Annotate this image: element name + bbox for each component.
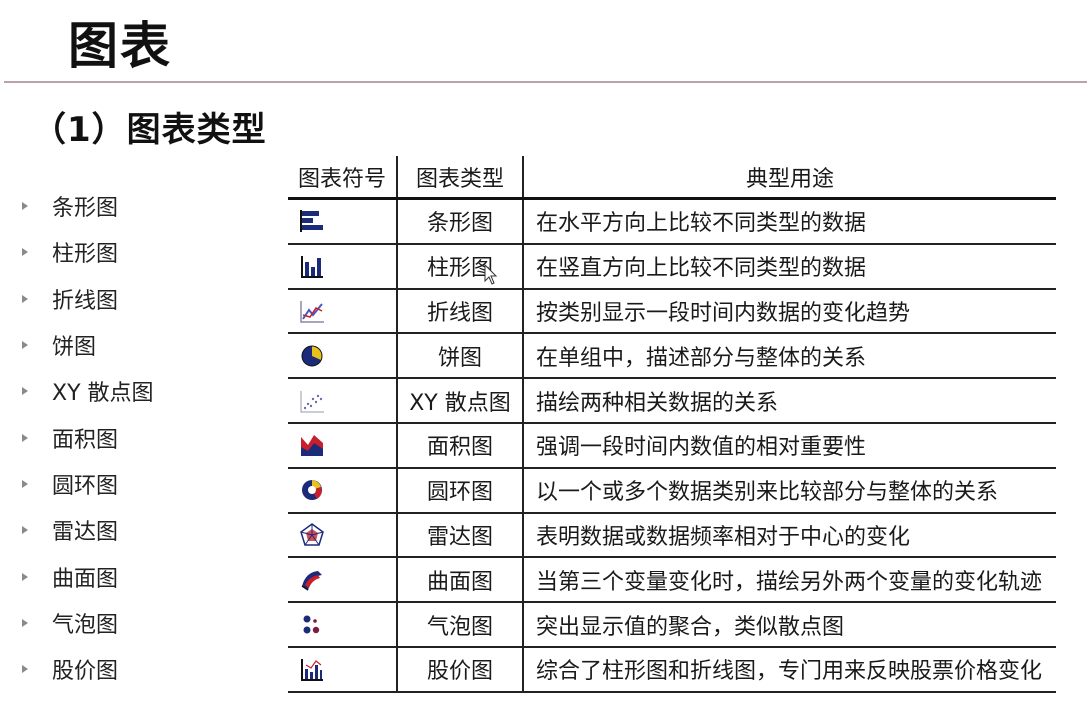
chart-type-cell: 饼图: [398, 334, 524, 378]
line-chart-icon: [300, 300, 324, 323]
list-item: 股价图: [22, 646, 154, 692]
chart-use-cell: 表明数据或数据频率相对于中心的变化: [536, 524, 911, 550]
pie-chart-icon: [301, 345, 323, 367]
bullet-arrow-icon: [22, 294, 28, 303]
list-item: 柱形图: [22, 229, 154, 275]
chart-type-cell: 气泡图: [398, 603, 524, 646]
bubble-chart-icon: [303, 615, 320, 634]
list-item: 折线图: [22, 276, 154, 322]
section-heading: （1）图表类型: [32, 110, 267, 150]
title-divider: [4, 81, 1087, 83]
bullet-arrow-icon: [22, 341, 28, 350]
radar-chart-icon: [300, 523, 324, 546]
bullet-arrow-icon: [22, 248, 28, 257]
bar-chart-icon: [300, 210, 323, 233]
chart-use-cell: 在单组中，描述部分与整体的关系: [536, 345, 867, 371]
table-row: 柱形图 在竖直方向上比较不同类型的数据: [288, 244, 1056, 290]
list-item: 圆环图: [22, 461, 154, 507]
bullet-arrow-icon: [22, 526, 28, 535]
chart-type-cell: 圆环图: [398, 468, 524, 512]
list-item: 曲面图: [22, 553, 154, 599]
chart-type-cell: 折线图: [398, 289, 524, 333]
header-symbol: 图表符号: [288, 156, 398, 197]
column-chart-icon: [301, 256, 323, 279]
doughnut-chart-icon: [302, 480, 322, 501]
chart-use-cell: 强调一段时间内数值的相对重要性: [536, 435, 867, 461]
table-row: 折线图 按类别显示一段时间内数据的变化趋势: [288, 289, 1056, 335]
list-item: 面积图: [22, 414, 154, 460]
area-chart-icon: [301, 435, 323, 457]
table-row: 曲面图 当第三个变量变化时，描绘另外两个变量的变化轨迹: [288, 558, 1056, 604]
table-row: 条形图 在水平方向上比较不同类型的数据: [288, 200, 1056, 245]
chart-types-table: 图表符号 图表类型 典型用途 条形图 在水平方向上比较不同类型的数据 柱形图 在…: [288, 156, 1056, 693]
list-item: 条形图: [22, 183, 154, 229]
chart-type-cell: 条形图: [398, 200, 524, 243]
chart-type-cell: 柱形图: [398, 244, 524, 288]
table-row: 雷达图 表明数据或数据频率相对于中心的变化: [288, 513, 1056, 559]
bullet-arrow-icon: [22, 665, 28, 674]
chart-type-cell: 曲面图: [398, 558, 524, 602]
chart-type-cell: 雷达图: [398, 513, 524, 557]
table-row: XY 散点图 描绘两种相关数据的关系: [288, 379, 1056, 424]
bullet-arrow-icon: [22, 618, 28, 627]
table-row: 面积图 强调一段时间内数值的相对重要性: [288, 423, 1056, 469]
table-row: 饼图 在单组中，描述部分与整体的关系: [288, 334, 1056, 380]
chart-type-cell: 股价图: [398, 647, 524, 691]
bullet-arrow-icon: [22, 387, 28, 396]
chart-use-cell: 以一个或多个数据类别来比较部分与整体的关系: [536, 480, 999, 506]
bullet-arrow-icon: [22, 433, 28, 442]
chart-use-cell: 突出显示值的聚合，类似散点图: [536, 614, 845, 640]
chart-use-cell: 在水平方向上比较不同类型的数据: [536, 211, 867, 237]
scatter-chart-icon: [300, 390, 324, 413]
stock-chart-icon: [301, 659, 323, 682]
header-use: 典型用途: [745, 166, 834, 192]
chart-use-cell: 综合了柱形图和折线图，专门用来反映股票价格变化: [536, 659, 1043, 685]
table-header-row: 图表符号 图表类型 典型用途: [288, 156, 1056, 200]
chart-type-list: 条形图 柱形图 折线图 饼图 XY 散点图 面积图 圆环图 雷达图 曲面图 气泡…: [22, 183, 154, 692]
bullet-arrow-icon: [22, 479, 28, 488]
list-item: 气泡图: [22, 600, 154, 646]
chart-use-cell: 在竖直方向上比较不同类型的数据: [536, 256, 867, 282]
mouse-cursor-icon: [484, 264, 498, 285]
surface-chart-icon: [301, 570, 322, 591]
list-item: 饼图: [22, 322, 154, 368]
table-row: 圆环图 以一个或多个数据类别来比较部分与整体的关系: [288, 468, 1056, 514]
bullet-arrow-icon: [22, 202, 28, 211]
list-item: 雷达图: [22, 507, 154, 553]
bullet-arrow-icon: [22, 572, 28, 581]
chart-use-cell: 描绘两种相关数据的关系: [536, 390, 779, 416]
chart-type-cell: 面积图: [398, 423, 524, 467]
header-type: 图表类型: [398, 156, 524, 197]
chart-use-cell: 当第三个变量变化时，描绘另外两个变量的变化轨迹: [536, 569, 1043, 595]
chart-type-cell: XY 散点图: [398, 379, 524, 422]
table-row: 气泡图 突出显示值的聚合，类似散点图: [288, 603, 1056, 648]
table-row: 股价图 综合了柱形图和折线图，专门用来反映股票价格变化: [288, 647, 1056, 693]
chart-use-cell: 按类别显示一段时间内数据的变化趋势: [536, 300, 911, 326]
page-title: 图表: [68, 17, 172, 75]
list-item: XY 散点图: [22, 368, 154, 414]
